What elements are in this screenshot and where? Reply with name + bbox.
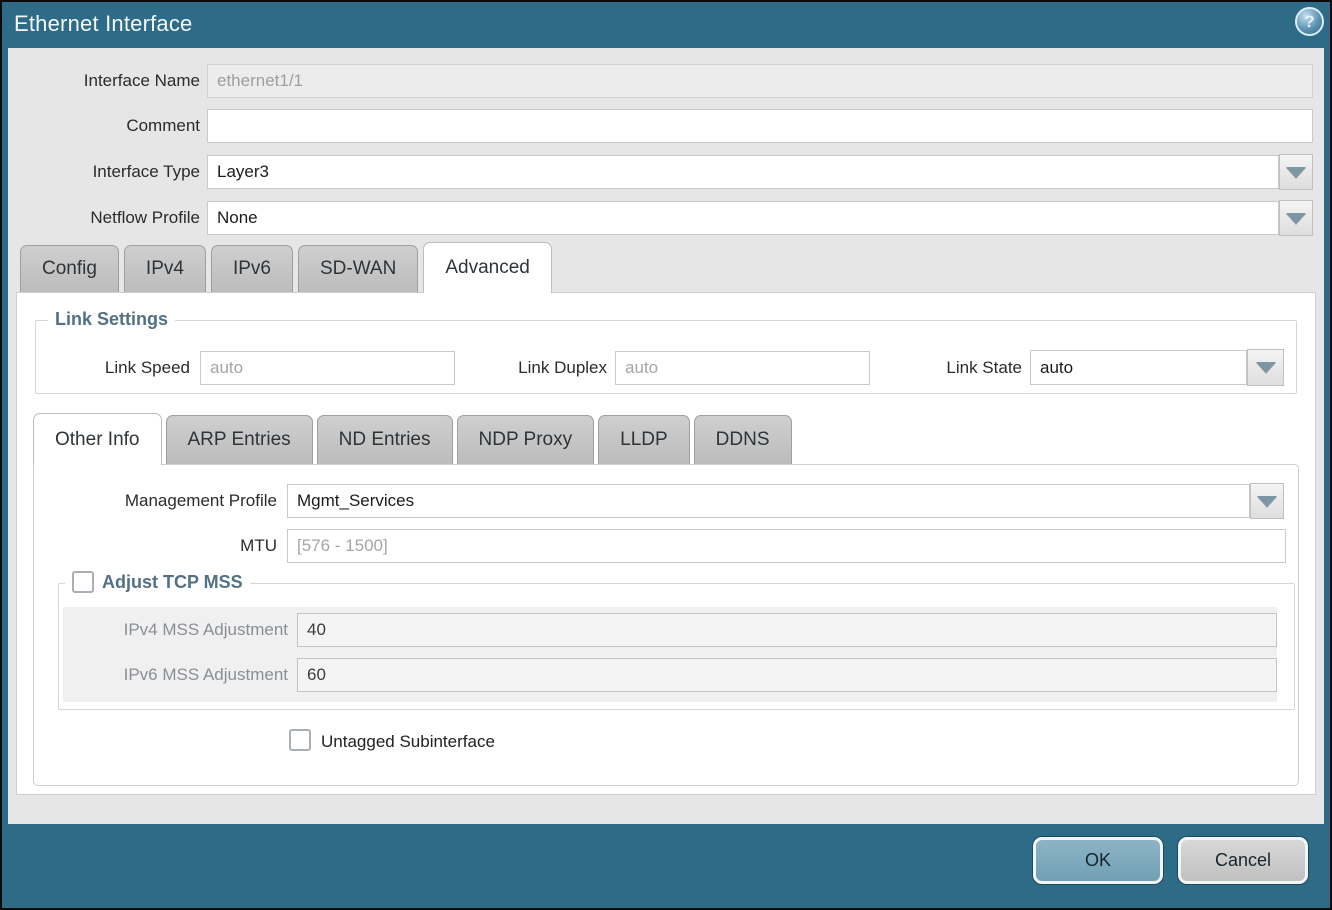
interface-type-dropdown-button[interactable]	[1279, 154, 1313, 190]
comment-label: Comment	[10, 109, 200, 143]
comment-input[interactable]	[207, 109, 1313, 143]
link-speed-input[interactable]	[200, 351, 455, 385]
tab-ndp-proxy[interactable]: NDP Proxy	[457, 415, 595, 464]
interface-name-label: Interface Name	[10, 64, 200, 98]
ipv6-mss-label: IPv6 MSS Adjustment	[80, 658, 288, 692]
link-duplex-input[interactable]	[615, 351, 870, 385]
link-state-dropdown-button[interactable]	[1247, 349, 1284, 386]
ipv6-mss-input	[297, 658, 1277, 692]
chevron-down-icon	[1286, 167, 1306, 178]
adjust-tcp-mss-checkbox[interactable]	[72, 571, 94, 593]
tab-nd-entries[interactable]: ND Entries	[317, 415, 453, 464]
cancel-button[interactable]: Cancel	[1178, 837, 1308, 884]
ethernet-interface-dialog: Ethernet Interface ? Interface Name Comm…	[0, 0, 1332, 910]
link-state-label: Link State	[850, 351, 1022, 385]
mtu-label: MTU	[40, 529, 277, 563]
inner-tabstrip: Other Info ARP Entries ND Entries NDP Pr…	[33, 413, 792, 464]
ipv4-mss-label: IPv4 MSS Adjustment	[80, 613, 288, 647]
tab-ipv4[interactable]: IPv4	[124, 245, 206, 292]
tab-config[interactable]: Config	[20, 245, 119, 292]
adjust-tcp-mss-legend: Adjust TCP MSS	[102, 572, 243, 593]
dialog-title: Ethernet Interface	[14, 11, 192, 37]
tab-lldp[interactable]: LLDP	[598, 415, 690, 464]
management-profile-input[interactable]	[287, 484, 1250, 518]
chevron-down-icon	[1257, 496, 1277, 507]
interface-name-input	[207, 64, 1313, 98]
netflow-profile-dropdown-button[interactable]	[1279, 200, 1313, 236]
tab-arp-entries[interactable]: ARP Entries	[166, 415, 313, 464]
link-settings-legend: Link Settings	[48, 309, 175, 330]
ipv4-mss-input	[297, 613, 1277, 647]
link-duplex-label: Link Duplex	[470, 351, 607, 385]
tab-ddns[interactable]: DDNS	[694, 415, 792, 464]
tab-sd-wan[interactable]: SD-WAN	[298, 245, 418, 292]
netflow-profile-label: Netflow Profile	[10, 201, 200, 235]
tab-other-info[interactable]: Other Info	[33, 413, 162, 465]
link-state-input[interactable]	[1030, 350, 1247, 385]
netflow-profile-input[interactable]	[207, 201, 1279, 235]
interface-type-label: Interface Type	[10, 155, 200, 189]
mtu-input[interactable]	[287, 529, 1286, 563]
help-icon[interactable]: ?	[1295, 7, 1324, 36]
interface-type-input[interactable]	[207, 155, 1279, 189]
tab-ipv6[interactable]: IPv6	[211, 245, 293, 292]
management-profile-label: Management Profile	[40, 484, 277, 518]
link-speed-label: Link Speed	[55, 351, 190, 385]
ok-button[interactable]: OK	[1033, 837, 1163, 884]
untagged-subinterface-checkbox[interactable]	[289, 729, 311, 751]
main-tabstrip: Config IPv4 IPv6 SD-WAN Advanced	[20, 242, 552, 292]
chevron-down-icon	[1256, 362, 1276, 373]
tab-advanced[interactable]: Advanced	[423, 242, 552, 293]
management-profile-dropdown-button[interactable]	[1250, 483, 1284, 519]
untagged-subinterface-label: Untagged Subinterface	[321, 732, 495, 752]
chevron-down-icon	[1286, 213, 1306, 224]
